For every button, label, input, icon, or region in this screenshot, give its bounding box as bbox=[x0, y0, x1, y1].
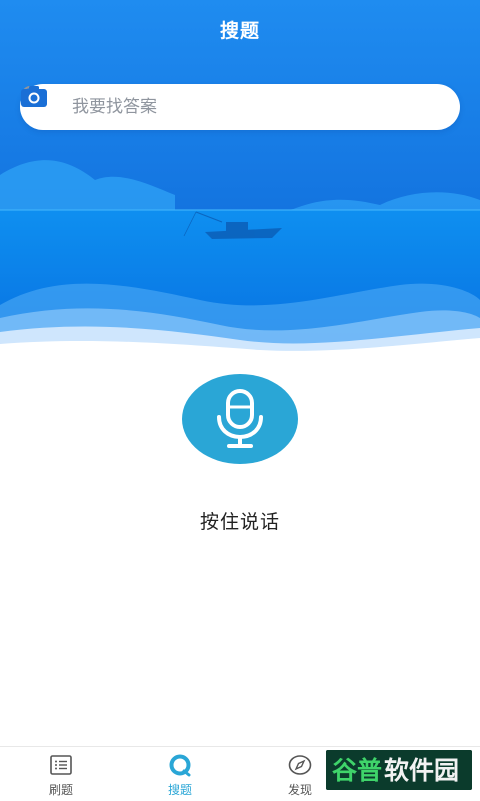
search-placeholder: 我要找答案 bbox=[72, 97, 157, 117]
page-title: 搜题 bbox=[219, 20, 260, 42]
camera-icon[interactable] bbox=[20, 84, 48, 108]
sea-illustration bbox=[0, 0, 480, 360]
watermark-logo: 谷普 软件园 bbox=[326, 750, 472, 790]
watermark-graphic: 谷普 软件园 bbox=[326, 750, 472, 790]
nav-label-practice: 刷题 bbox=[48, 783, 73, 797]
search-input[interactable]: 我要找答案 bbox=[20, 84, 460, 130]
voice-search-button[interactable] bbox=[182, 374, 298, 464]
list-icon bbox=[50, 755, 72, 775]
nav-label-search: 搜题 bbox=[167, 783, 192, 797]
hero-banner: 搜题 我要找答案 bbox=[0, 0, 480, 360]
voice-hint-label: 按住说话 bbox=[199, 511, 280, 533]
compass-icon bbox=[288, 755, 312, 775]
nav-item-search[interactable]: 搜题 bbox=[135, 747, 225, 801]
svg-text:软件园: 软件园 bbox=[384, 756, 459, 785]
nav-item-practice[interactable]: 刷题 bbox=[16, 747, 106, 801]
svg-text:谷普: 谷普 bbox=[332, 756, 382, 785]
microphone-icon bbox=[217, 389, 263, 448]
search-ring-icon bbox=[169, 754, 191, 777]
